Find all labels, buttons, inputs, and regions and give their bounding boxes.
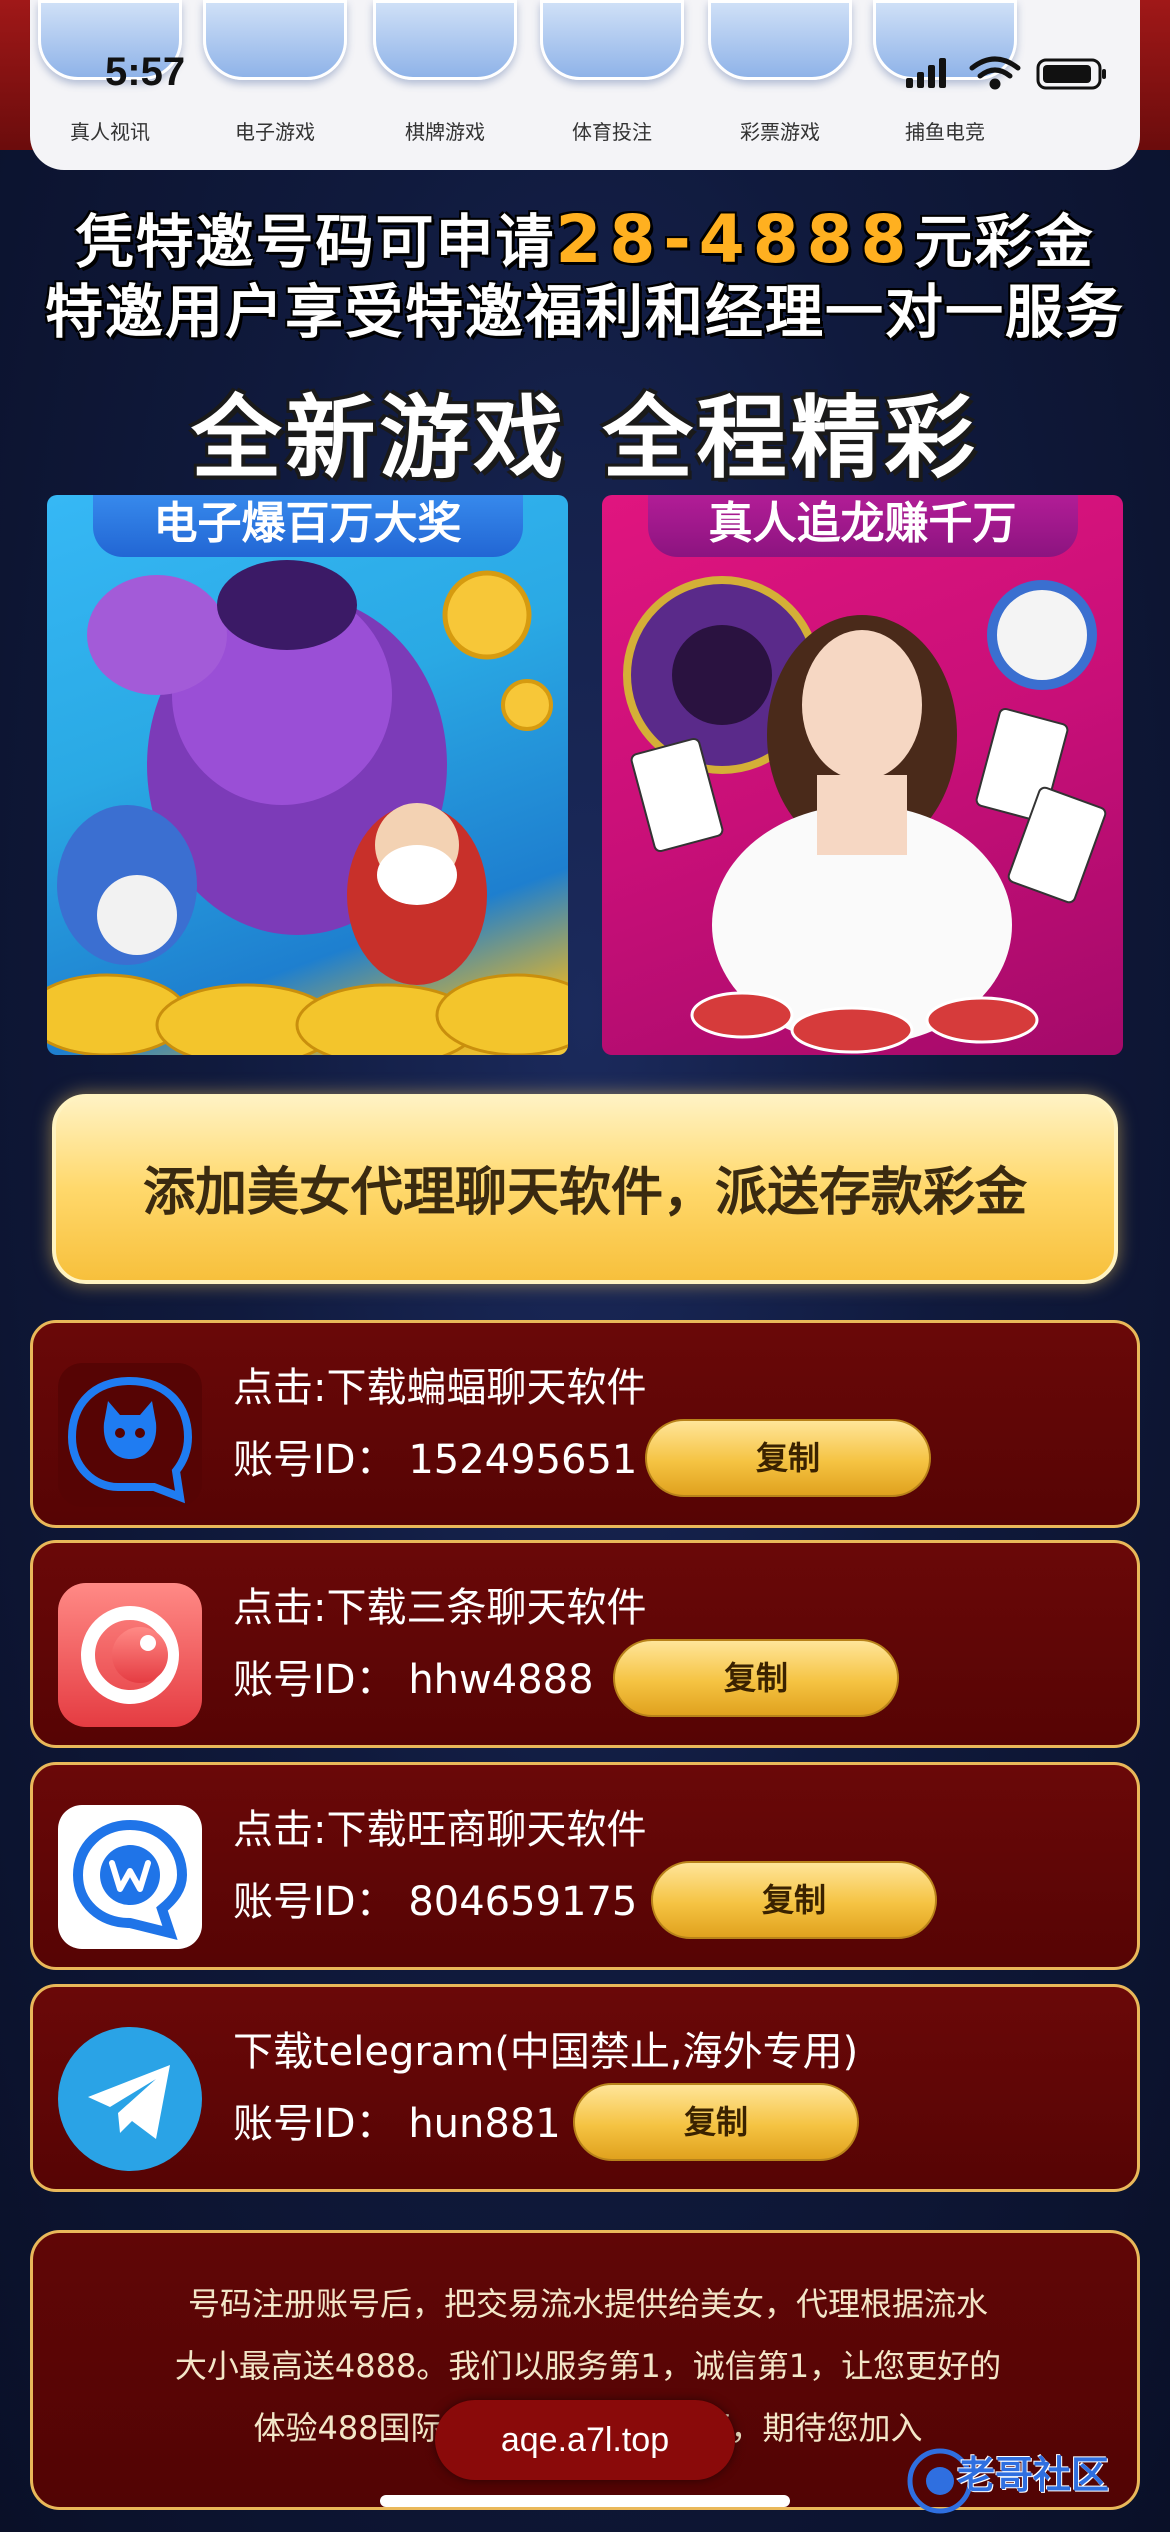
app-card-santiao-chat[interactable]: 点击:下载三条聊天软件 账号ID： hhw4888 复制 (30, 1540, 1140, 1748)
app-card-bat-chat[interactable]: 点击:下载蝙蝠聊天软件 账号ID： 152495651 复制 (30, 1320, 1140, 1528)
nav-label: 捕鱼电竞 (905, 120, 985, 144)
live-casino-banner[interactable]: 真人追龙赚千万 (602, 495, 1123, 1055)
status-bar-icons (900, 54, 1120, 94)
coin-pile-icon (47, 973, 568, 1055)
app-download-title[interactable]: 点击:下载旺商聊天软件 (233, 1797, 646, 1855)
info-line-2: 大小最高送4888。我们以服务第1，诚信第1，让您更好的 (174, 2347, 1002, 2385)
app-account-id: 账号ID： 804659175 (233, 1869, 637, 1927)
account-id-value: 804659175 (408, 1879, 638, 1925)
battery-icon (1036, 58, 1106, 90)
headline: 全新游戏 全程精彩 (191, 386, 979, 491)
account-id-value: 152495651 (408, 1437, 638, 1483)
nav-label: 彩票游戏 (740, 120, 820, 144)
wangshang-chat-icon (58, 1805, 202, 1949)
nav-label: 体育投注 (572, 120, 652, 144)
copy-button[interactable]: 复制 (651, 1861, 937, 1939)
nav-item-slot-games[interactable]: 电子游戏 (195, 0, 355, 170)
nav-item-card-games[interactable]: 棋牌游戏 (365, 0, 525, 170)
copy-button[interactable]: 复制 (613, 1639, 899, 1717)
status-bar-time: 5:57 (105, 50, 186, 94)
slot-games-banner-label: 电子爆百万大奖 (92, 495, 523, 557)
cellular-signal-icon (906, 58, 946, 88)
card-games-thumbnail (373, 0, 517, 80)
nav-item-lottery-games[interactable]: 彩票游戏 (700, 0, 860, 170)
nav-label: 电子游戏 (235, 120, 315, 144)
nav-label: 棋牌游戏 (405, 120, 485, 144)
app-account-id: 账号ID： 152495651 (233, 1427, 637, 1485)
app-card-telegram[interactable]: 下载telegram(中国禁止,海外专用) 账号ID： hun881 复制 (30, 1984, 1140, 2192)
slot-games-thumbnail (203, 0, 347, 80)
poker-chip-icon (987, 580, 1097, 690)
telegram-icon (58, 2027, 202, 2171)
slot-games-banner[interactable]: 电子爆百万大奖 (47, 495, 568, 1055)
app-download-title[interactable]: 点击:下载三条聊天软件 (233, 1575, 646, 1633)
copy-button[interactable]: 复制 (573, 2083, 859, 2161)
santiao-chat-icon (58, 1583, 202, 1727)
watermark-text: 老哥社区 (957, 2453, 1110, 2497)
browser-url-bar[interactable]: aqe.a7l.top (435, 2400, 735, 2480)
watermark: 老哥社区 (905, 2440, 1155, 2520)
shark-mascot-icon (57, 805, 197, 965)
nav-item-sports-betting[interactable]: 体育投注 (532, 0, 692, 170)
app-card-wangshang-chat[interactable]: 点击:下载旺商聊天软件 账号ID： 804659175 复制 (30, 1762, 1140, 1970)
account-id-value: hun881 (408, 2101, 561, 2147)
sports-betting-thumbnail (540, 0, 684, 80)
account-id-label: 账号ID： (233, 1437, 396, 1483)
gold-coin-icon (442, 570, 553, 731)
app-download-title[interactable]: 下载telegram(中国禁止,海外专用) (233, 2019, 858, 2077)
account-id-label: 账号ID： (233, 2101, 396, 2147)
copy-button[interactable]: 复制 (645, 1419, 931, 1497)
account-id-value: hhw4888 (408, 1657, 594, 1703)
promo-line-2: 特邀用户享受特邀福利和经理一对一服务 (44, 278, 1125, 346)
app-account-id: 账号ID： hun881 (233, 2091, 561, 2149)
lottery-games-thumbnail (708, 0, 852, 80)
info-line-1: 号码注册账号后，把交易流水提供给美女，代理根据流水 (187, 2285, 988, 2323)
nav-label: 真人视讯 (70, 120, 150, 144)
app-account-id: 账号ID： hhw4888 (233, 1647, 594, 1705)
live-casino-banner-label: 真人追龙赚千万 (647, 495, 1078, 557)
account-id-label: 账号ID： (233, 1657, 396, 1703)
account-id-label: 账号ID： (233, 1879, 396, 1925)
wifi-icon (969, 56, 1021, 90)
add-agent-chat-button[interactable]: 添加美女代理聊天软件，派送存款彩金 (52, 1094, 1118, 1284)
add-agent-chat-label: 添加美女代理聊天软件，派送存款彩金 (142, 1163, 1027, 1223)
home-indicator[interactable] (380, 2495, 790, 2507)
app-download-title[interactable]: 点击:下载蝙蝠聊天软件 (233, 1355, 646, 1413)
bat-chat-icon (58, 1363, 202, 1507)
